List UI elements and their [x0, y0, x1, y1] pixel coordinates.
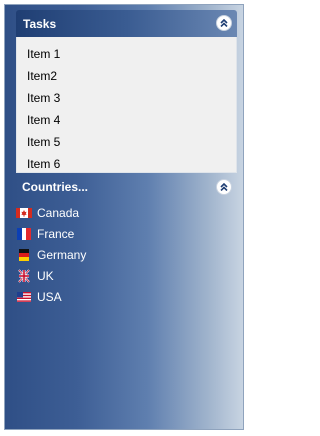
- country-item-france[interactable]: France: [16, 226, 74, 242]
- task-item[interactable]: Item 3: [27, 91, 60, 105]
- countries-group-header[interactable]: Countries...: [16, 175, 237, 202]
- task-item[interactable]: Item 5: [27, 135, 60, 149]
- task-item[interactable]: Item 4: [27, 113, 60, 127]
- country-label: UK: [37, 269, 54, 283]
- task-item[interactable]: Item 1: [27, 47, 60, 61]
- chevron-double-up-icon: [220, 183, 228, 191]
- country-item-uk[interactable]: UK: [16, 268, 54, 284]
- uk-flag-icon: [18, 269, 30, 283]
- country-item-canada[interactable]: Canada: [16, 205, 79, 221]
- task-item[interactable]: Item2: [27, 69, 57, 83]
- tasks-collapse-button[interactable]: [216, 15, 232, 31]
- tasks-group-header[interactable]: Tasks: [16, 10, 237, 37]
- country-item-usa[interactable]: USA: [16, 289, 62, 305]
- country-label: Canada: [37, 206, 80, 220]
- country-item-germany[interactable]: Germany: [16, 247, 86, 263]
- chevron-double-up-icon: [220, 19, 228, 27]
- country-label: USA: [37, 290, 62, 304]
- canada-flag-icon: [16, 208, 32, 218]
- countries-group-title: Countries...: [22, 180, 89, 194]
- country-label: France: [37, 227, 75, 241]
- germany-flag-icon: [19, 249, 29, 261]
- france-flag-icon: [17, 228, 31, 240]
- tasks-group-title: Tasks: [23, 17, 57, 31]
- task-item[interactable]: Item 6: [27, 157, 60, 171]
- countries-collapse-button[interactable]: [216, 179, 232, 195]
- usa-flag-icon: [17, 292, 31, 302]
- country-label: Germany: [37, 248, 87, 262]
- tasks-group-body: Item 1 Item2 Item 3 Item 4 Item 5 Item 6: [16, 37, 237, 173]
- explorer-bar: Tasks Item 1 Item2 Item 3 Item 4 Item 5 …: [4, 4, 244, 430]
